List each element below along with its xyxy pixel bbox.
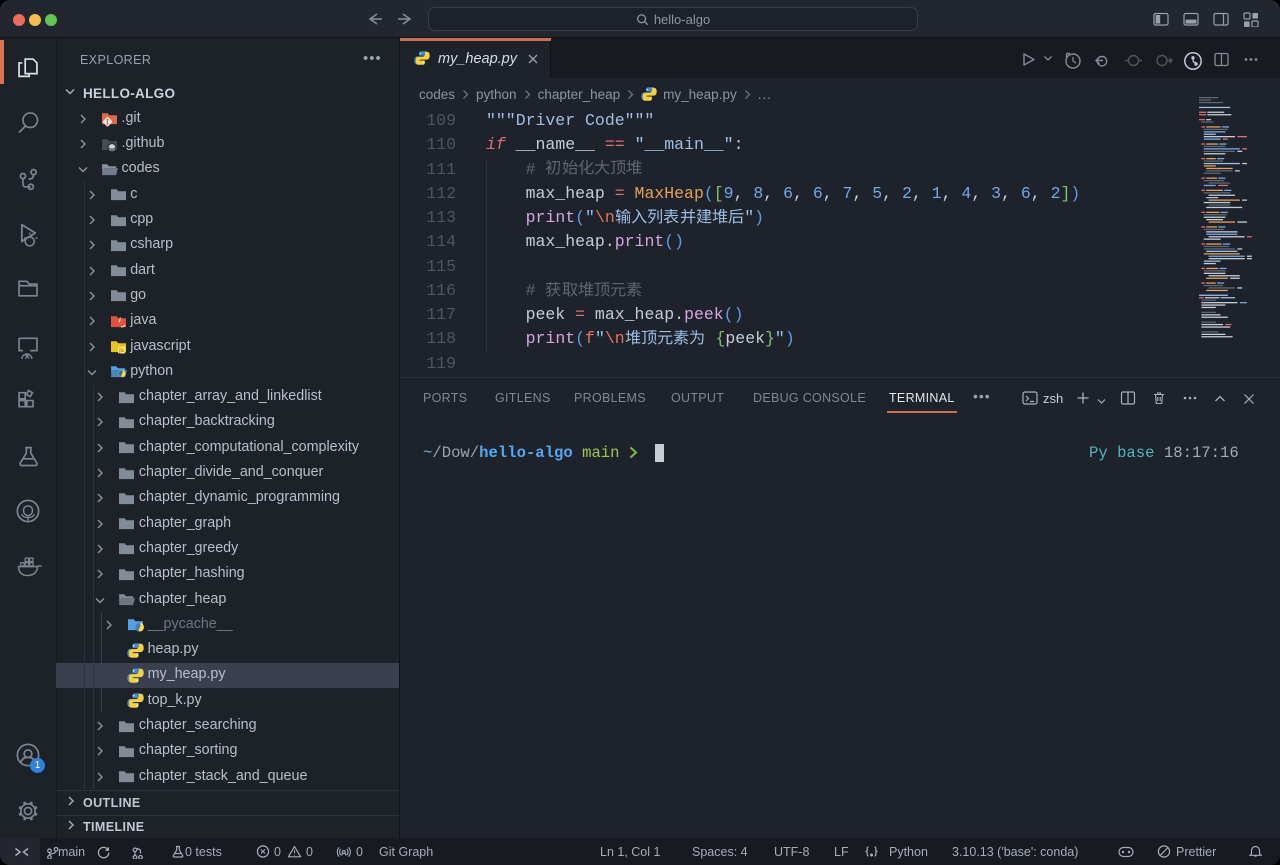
svg-text:js: js xyxy=(118,348,125,354)
